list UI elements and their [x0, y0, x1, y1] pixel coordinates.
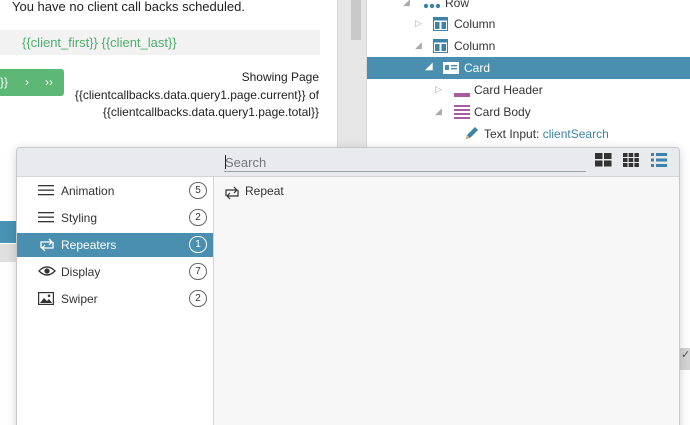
collapse-icon[interactable]: ◢ — [415, 40, 422, 51]
pager-last-button[interactable]: ›› — [45, 75, 53, 89]
grey-strip — [0, 244, 16, 262]
collapse-icon[interactable]: ◢ — [403, 0, 410, 8]
list-icon[interactable] — [651, 153, 669, 171]
count-badge: 7 — [189, 263, 207, 280]
tree-item-column[interactable]: ◢ Column — [367, 35, 690, 57]
category-list: Animation 5 Styling 2 Repeaters 1 Displa… — [17, 177, 214, 425]
body-icon — [454, 105, 470, 122]
check-icon[interactable]: ✓ — [680, 348, 690, 370]
category-swiper[interactable]: Swiper 2 — [17, 287, 213, 311]
component-item-label: Repeat — [245, 184, 284, 198]
pager-left-label: }} — [0, 75, 9, 89]
card-icon — [443, 62, 459, 77]
dots-icon — [423, 0, 441, 12]
image-icon — [38, 292, 56, 306]
search-input[interactable] — [224, 153, 586, 172]
tree-item-value: clientSearch — [542, 127, 609, 141]
pager-button-group[interactable]: }} › ›› — [0, 69, 64, 96]
pager-next-button[interactable]: › — [25, 75, 29, 89]
small-grid-icon[interactable] — [623, 153, 641, 171]
preview-scrollbar[interactable] — [351, 0, 361, 40]
repeat-icon — [38, 238, 56, 252]
column-icon — [433, 17, 448, 34]
category-animation[interactable]: Animation 5 — [17, 179, 213, 203]
category-repeaters[interactable]: Repeaters 1 — [17, 233, 213, 257]
count-badge: 1 — [189, 236, 207, 253]
tree-item-card-header[interactable]: ▷ Card Header — [367, 79, 690, 101]
header-icon — [454, 87, 470, 101]
tree-item-label: Row — [445, 0, 470, 10]
count-badge: 5 — [189, 182, 207, 199]
tree-item-card[interactable]: ◢ Card — [367, 57, 690, 79]
tree-item-column[interactable]: ▷ Column — [367, 13, 690, 35]
expand-icon[interactable]: ▷ — [415, 18, 422, 29]
tree-item-label: Card Header — [474, 83, 543, 97]
tree-item-label: Column — [454, 39, 496, 53]
count-badge: 2 — [189, 209, 207, 226]
tree-item-label: Card — [464, 61, 491, 75]
category-label: Repeaters — [61, 238, 117, 252]
dialog-toolbar — [17, 148, 679, 177]
collapse-icon[interactable]: ◢ — [435, 106, 442, 117]
lines-icon — [38, 211, 56, 225]
text-caret — [225, 155, 226, 169]
tree-item-card-body[interactable]: ◢ Card Body — [367, 101, 690, 123]
client-name-row[interactable]: {{client_first}} {{client_last}} — [0, 30, 320, 55]
repeat-icon — [223, 186, 241, 200]
selected-strip — [0, 221, 16, 243]
tree-item-row[interactable]: ◢ Row — [367, 0, 690, 14]
client-name: {{client_first}} {{client_last}} — [22, 35, 177, 50]
tree-item-label: Column — [454, 17, 496, 31]
page-info-line1: Showing Page — [241, 70, 319, 84]
category-label: Swiper — [61, 292, 98, 306]
category-label: Animation — [61, 184, 115, 198]
large-grid-icon[interactable] — [595, 153, 613, 171]
no-callbacks-message: You have no client call backs scheduled. — [12, 0, 245, 14]
page-info: Showing Page {{clientcallbacks.data.quer… — [59, 69, 319, 122]
eye-icon — [38, 265, 56, 279]
tree-item-type: Text Input: — [484, 127, 543, 141]
tree-item-label: Card Body — [474, 105, 531, 119]
expand-icon[interactable]: ▷ — [435, 84, 442, 95]
category-label: Styling — [61, 211, 98, 225]
count-badge: 2 — [189, 290, 207, 307]
page-info-line2: {{clientcallbacks.data.query1.page.curre… — [74, 87, 319, 102]
pencil-icon — [464, 126, 480, 144]
category-display[interactable]: Display 7 — [17, 260, 213, 284]
tree-item-text-input[interactable]: Text Input: clientSearch — [367, 123, 690, 145]
category-label: Display — [61, 265, 101, 279]
collapse-icon[interactable]: ◢ — [425, 61, 433, 72]
component-results: Repeat — [215, 177, 679, 425]
lines-icon — [38, 184, 56, 198]
column-icon — [433, 39, 448, 56]
category-styling[interactable]: Styling 2 — [17, 206, 213, 230]
tree-item-label: Text Input: clientSearch — [484, 127, 609, 141]
add-component-dialog: Animation 5 Styling 2 Repeaters 1 Displa… — [16, 147, 680, 425]
page-info-line3: {{clientcallbacks.data.query1.page.total… — [102, 105, 319, 119]
